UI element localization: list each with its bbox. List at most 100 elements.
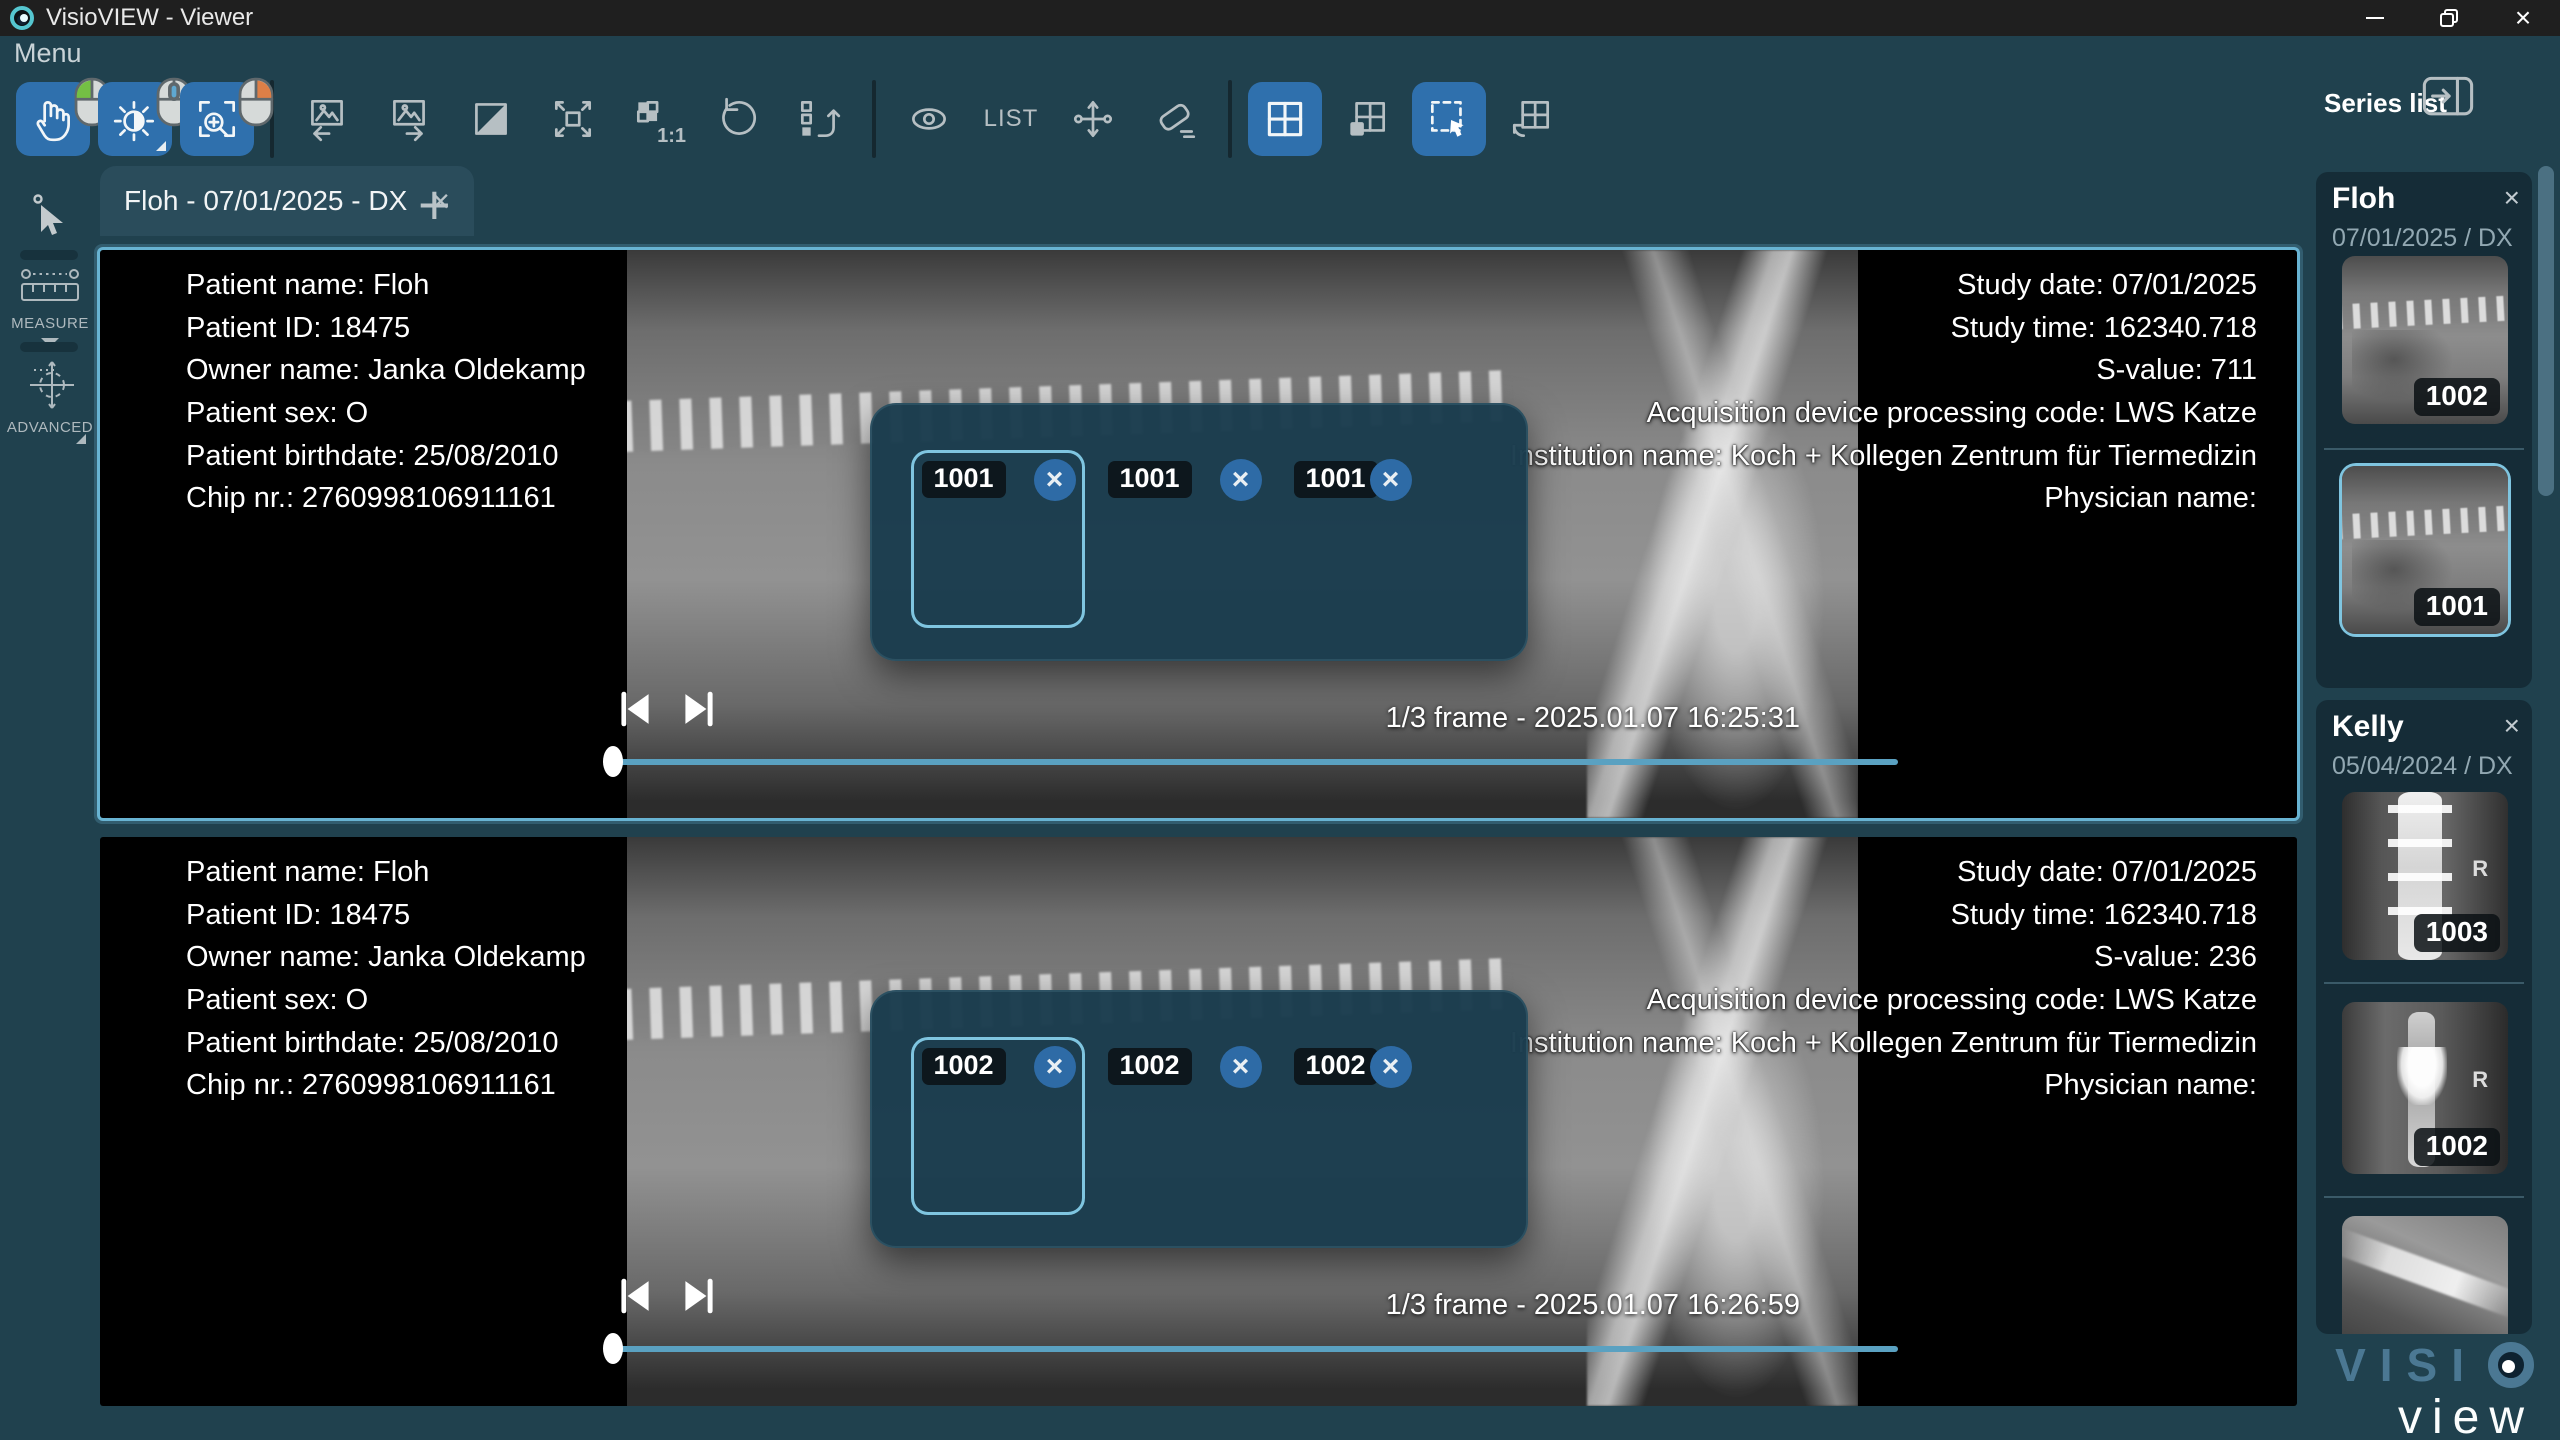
mouse-left-button-icon <box>67 77 95 117</box>
timeline-handle[interactable] <box>603 1333 623 1364</box>
frame-timeline[interactable] <box>612 1346 1898 1352</box>
window-level-button[interactable] <box>98 82 172 156</box>
rail-divider <box>20 342 78 352</box>
series-group-close-button[interactable]: × <box>2504 712 2520 740</box>
dropdown-indicator <box>156 141 166 151</box>
previous-frame-button[interactable] <box>614 688 656 730</box>
rail-divider <box>20 250 78 260</box>
restore-icon <box>2439 8 2459 28</box>
list-mode-button[interactable]: LIST <box>974 82 1048 156</box>
frame-info-label: 1/3 frame - 2025.01.07 16:25:31 <box>1386 702 1800 735</box>
advanced-palette[interactable]: ADVANCED <box>0 358 100 436</box>
popup-thumbnail[interactable]: 1001 × <box>914 453 1082 625</box>
fit-to-window-icon <box>548 94 598 144</box>
next-frame-button[interactable] <box>678 688 720 730</box>
frame-info-label: 1/3 frame - 2025.01.07 16:26:59 <box>1386 1289 1800 1322</box>
series-group-floh: Floh × 07/01/2025 / DX 1002 1001 <box>2316 172 2532 688</box>
frame-timeline[interactable] <box>612 759 1898 765</box>
pan-tool-button[interactable] <box>16 82 90 156</box>
reset-layout-icon <box>1506 94 1556 144</box>
reset-view-button[interactable] <box>700 82 774 156</box>
thumbnail-id-badge: 1001 <box>1294 461 1378 498</box>
ratio-label: 1:1 <box>657 125 686 148</box>
previous-frame-button[interactable] <box>614 1275 656 1317</box>
menu-button[interactable]: Menu <box>14 38 82 68</box>
thumbnail-close-button[interactable]: × <box>1220 459 1262 501</box>
orientation-marker: R <box>2472 1067 2488 1093</box>
previous-image-button[interactable] <box>290 82 364 156</box>
popup-thumbnail[interactable]: 1001 × <box>1100 453 1268 625</box>
thumbnail-divider <box>2324 448 2524 450</box>
window-title: VisioVIEW - Viewer <box>46 4 253 32</box>
reset-layout-button[interactable] <box>1494 82 1568 156</box>
measure-icon <box>19 268 81 308</box>
thumbnail-close-button[interactable]: × <box>1370 1046 1412 1088</box>
series-thumbnail[interactable]: 1002 <box>2342 256 2508 424</box>
frame-navigation <box>614 1275 720 1317</box>
timeline-handle[interactable] <box>603 746 623 777</box>
viewport-2[interactable]: Patient name: Floh Patient ID: 18475 Own… <box>100 837 2297 1406</box>
popup-thumbnail[interactable]: 1002 × <box>1100 1040 1268 1212</box>
series-thumbnail-popup: 1002 × 1002 × 1002 × <box>870 990 1528 1248</box>
advanced-caret-icon <box>76 434 86 444</box>
thumbnail-image-elbow <box>2342 1216 2508 1334</box>
window-controls: × <box>2338 0 2560 36</box>
series-thumbnail[interactable]: R 1003 <box>2342 792 2508 960</box>
series-thumbnail-selected[interactable]: 1001 <box>2342 466 2508 634</box>
eraser-icon <box>1150 94 1200 144</box>
restore-button[interactable] <box>2412 0 2486 36</box>
series-group-close-button[interactable]: × <box>2504 184 2520 212</box>
thumbnail-id-badge: 1002 <box>2414 1128 2500 1166</box>
popup-thumbnail[interactable]: 1002 × <box>914 1040 1082 1212</box>
series-list-panel: Series list Floh × 07/01/2025 / DX 1002 … <box>2310 36 2560 1440</box>
next-image-button[interactable] <box>372 82 446 156</box>
range-icon <box>1068 94 1118 144</box>
thumbnail-close-button[interactable]: × <box>1220 1046 1262 1088</box>
grid-2x2-icon <box>1260 94 1310 144</box>
invert-button[interactable] <box>454 82 528 156</box>
pointer-tool-icon[interactable] <box>28 192 68 249</box>
thumbnail-close-button[interactable]: × <box>1034 1046 1076 1088</box>
viewport-1[interactable]: Patient name: Floh Patient ID: 18475 Own… <box>100 250 2297 818</box>
series-group-title: Floh <box>2332 182 2395 216</box>
thumbnail-id-badge: 1002 <box>1294 1048 1378 1085</box>
thumbnail-id-badge: 1002 <box>2414 378 2500 416</box>
show-overlays-button[interactable] <box>892 82 966 156</box>
series-group-kelly: Kelly × 05/04/2024 / DX R 1003 R 1002 <box>2316 700 2532 1334</box>
eraser-button[interactable] <box>1138 82 1212 156</box>
minimize-icon <box>2366 17 2384 19</box>
minimize-button[interactable] <box>2338 0 2412 36</box>
series-thumbnail[interactable]: R 1002 <box>2342 1002 2508 1174</box>
list-label: LIST <box>984 105 1039 133</box>
select-region-button[interactable] <box>1412 82 1486 156</box>
eye-icon <box>904 94 954 144</box>
add-tab-button[interactable]: + <box>412 176 457 234</box>
measure-label: MEASURE <box>0 315 100 332</box>
next-frame-button[interactable] <box>678 1275 720 1317</box>
previous-image-icon <box>302 94 352 144</box>
zoom-region-button[interactable] <box>180 82 254 156</box>
series-scrollbar[interactable] <box>2538 166 2554 496</box>
select-region-icon <box>1424 94 1474 144</box>
fit-to-window-button[interactable] <box>536 82 610 156</box>
close-icon: × <box>2515 4 2531 32</box>
patient-info-overlay: Patient name: Floh Patient ID: 18475 Own… <box>186 851 586 1107</box>
titlebar: VisioVIEW - Viewer × <box>0 0 2560 36</box>
measure-palette[interactable]: MEASURE <box>0 268 100 347</box>
range-measure-button[interactable] <box>1056 82 1130 156</box>
study-info-overlay: Study date: 07/01/2025 Study time: 16234… <box>1510 264 2257 520</box>
series-group-subtitle: 05/04/2024 / DX <box>2332 752 2513 781</box>
popup-thumbnail[interactable]: 1002 × <box>1286 1040 1418 1212</box>
grid-layout-button[interactable] <box>1248 82 1322 156</box>
rotate-reset-icon <box>712 94 762 144</box>
flip-order-button[interactable] <box>782 82 856 156</box>
mouse-wheel-icon <box>149 77 177 117</box>
popup-thumbnail[interactable]: 1001 × <box>1286 453 1418 625</box>
collapse-panel-button[interactable] <box>2422 76 2474 120</box>
close-button[interactable]: × <box>2486 0 2560 36</box>
thumbnail-close-button[interactable]: × <box>1370 459 1412 501</box>
custom-layout-button[interactable] <box>1330 82 1404 156</box>
actual-size-button[interactable]: 1:1 <box>618 82 692 156</box>
series-thumbnail[interactable] <box>2342 1216 2508 1334</box>
thumbnail-close-button[interactable]: × <box>1034 459 1076 501</box>
